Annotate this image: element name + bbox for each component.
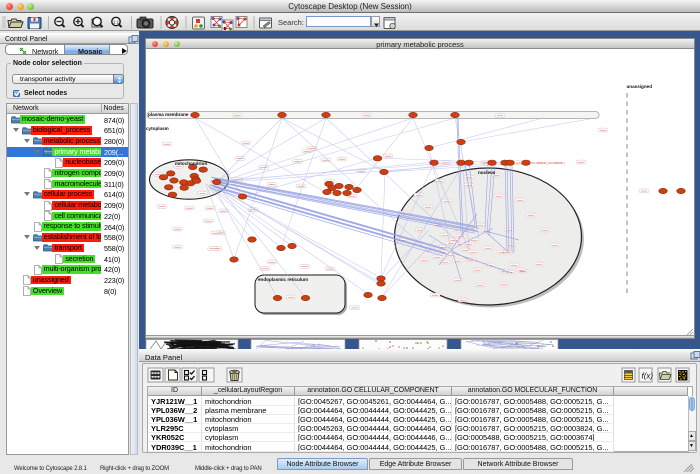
svg-text:mitochondrion: mitochondrion [175,161,207,166]
svg-text:1:1: 1:1 [113,20,120,25]
svg-text:unassigned: unassigned [627,84,653,89]
svg-text:endoplasmic reticulum: endoplasmic reticulum [258,277,308,282]
svg-text:f(x): f(x) [642,372,654,381]
svg-text:cytoplasm: cytoplasm [146,126,169,131]
svg-text:nucleus: nucleus [478,170,496,175]
svg-text:plasma membrane: plasma membrane [148,112,189,117]
svg-text:GO-0006810_GO-0008150_t: GO-0006810_GO-0008150_t [531,161,565,165]
